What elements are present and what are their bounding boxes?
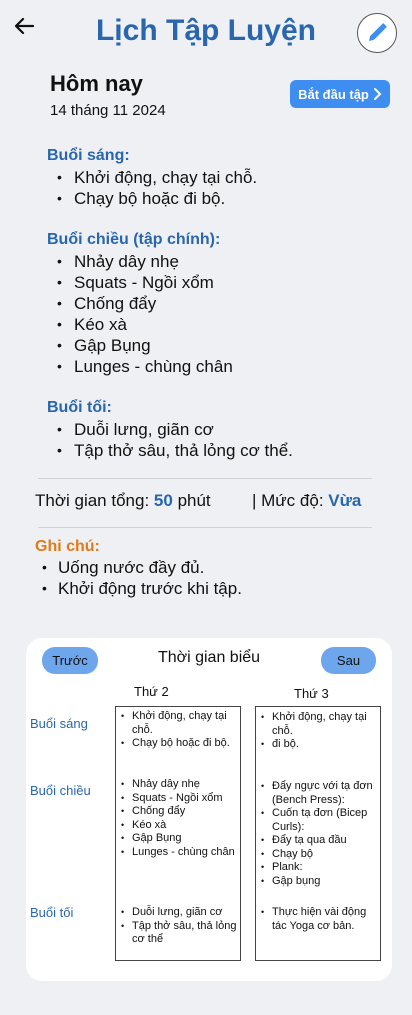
cell-tue-evening: Thực hiện vài động tác Yoga cơ bản.	[261, 906, 379, 933]
cell-mon-morning: Khởi động, chạy tại chỗ. Chạy bộ hoặc đi…	[121, 710, 239, 751]
day-column-tue: Khởi động, chạy tại chỗ. đi bộ. Đẩy ngực…	[255, 706, 381, 961]
start-workout-button[interactable]: Bắt đầu tập	[290, 80, 390, 108]
list-item: Uống nước đầy đủ.	[42, 557, 242, 578]
evening-list: Duỗi lưng, giãn cơ Tập thở sâu, thả lỏng…	[57, 419, 293, 461]
cell-item: Khởi động, chạy tại chỗ.	[261, 711, 379, 738]
notes-list: Uống nước đầy đủ. Khởi động trước khi tậ…	[42, 557, 242, 599]
cell-item: Duỗi lưng, giãn cơ	[121, 906, 239, 920]
list-item: Khởi động trước khi tập.	[42, 578, 242, 599]
cell-item: Nhảy dây nhẹ	[121, 778, 239, 792]
cell-item: Chạy bộ	[261, 848, 379, 862]
cell-mon-evening: Duỗi lưng, giãn cơ Tập thở sâu, thả lỏng…	[121, 906, 239, 947]
today-title: Hôm nay	[50, 71, 143, 96]
day-header-tue: Thứ 3	[294, 686, 329, 701]
list-item: Duỗi lưng, giãn cơ	[57, 419, 293, 440]
total-time-label: Thời gian tổng:	[35, 491, 150, 510]
cell-item: Chạy bộ hoặc đi bộ.	[121, 737, 239, 751]
row-label-afternoon: Buổi chiều	[30, 783, 91, 798]
list-item: Chạy bộ hoặc đi bộ.	[57, 188, 257, 209]
afternoon-heading: Buổi chiều (tập chính):	[47, 231, 221, 248]
row-label-evening: Buổi tối	[30, 905, 74, 920]
pencil-icon	[369, 23, 387, 41]
list-item: Khởi động, chạy tại chỗ.	[57, 167, 257, 188]
cell-item: Chống đẩy	[121, 805, 239, 819]
level-group: | Mức độ: Vừa	[252, 491, 361, 511]
cell-item: Kéo xà	[121, 819, 239, 833]
cell-item: Thực hiện vài động tác Yoga cơ bản.	[261, 906, 379, 933]
cell-item: Khởi động, chạy tại chỗ.	[121, 710, 239, 737]
evening-heading: Buổi tối:	[47, 399, 112, 416]
list-item: Tập thở sâu, thả lỏng cơ thể.	[57, 440, 293, 461]
cell-item: Đẩy tạ qua đầu	[261, 834, 379, 848]
cell-item: Lunges - chùng chân	[121, 846, 239, 860]
page-title: Lịch Tập Luyện	[95, 14, 317, 47]
list-item: Chống đẩy	[57, 293, 233, 314]
cell-tue-afternoon: Đẩy ngực với tạ đơn (Bench Press): Cuốn …	[261, 780, 379, 888]
list-item: Squats - Ngồi xổm	[57, 272, 233, 293]
start-workout-label: Bắt đầu tập	[298, 86, 369, 102]
total-time-unit: phút	[177, 491, 211, 510]
cell-item: Gập Bụng	[121, 832, 239, 846]
cell-item: Gập bụng	[261, 875, 379, 889]
divider	[38, 527, 372, 528]
cell-item: Đẩy ngực với tạ đơn (Bench Press):	[261, 780, 379, 807]
list-item: Kéo xà	[57, 314, 233, 335]
notes-heading: Ghi chú:	[35, 538, 100, 555]
level-label: | Mức độ:	[252, 491, 324, 510]
list-item: Lunges - chùng chân	[57, 356, 233, 377]
morning-heading: Buổi sáng:	[47, 147, 130, 164]
today-date: 14 tháng 11 2024	[50, 102, 166, 119]
edit-button[interactable]	[357, 13, 397, 53]
morning-list: Khởi động, chạy tại chỗ. Chạy bộ hoặc đi…	[57, 167, 257, 209]
cell-item: Plank:	[261, 861, 379, 875]
chevron-right-icon	[373, 88, 382, 100]
total-time-value: 50	[153, 491, 173, 510]
list-item: Nhảy dây nhẹ	[57, 251, 233, 272]
divider	[38, 478, 372, 479]
next-button[interactable]: Sau	[321, 647, 376, 674]
cell-item: Cuốn tạ đơn (Bicep Curls):	[261, 807, 379, 834]
cell-item: Tập thở sâu, thả lỏng cơ thể	[121, 920, 239, 947]
cell-item: Squats - Ngồi xổm	[121, 792, 239, 806]
cell-tue-morning: Khởi động, chạy tại chỗ. đi bộ.	[261, 711, 379, 752]
cell-mon-afternoon: Nhảy dây nhẹ Squats - Ngồi xổm Chống đẩy…	[121, 778, 239, 859]
list-item: Gập Bụng	[57, 335, 233, 356]
row-label-morning: Buổi sáng	[30, 716, 88, 731]
day-header-mon: Thứ 2	[134, 684, 169, 699]
timetable-card: Trước Thời gian biểu Sau Thứ 2 Thứ 3 Buổ…	[26, 638, 392, 981]
cell-item: đi bộ.	[261, 738, 379, 752]
day-column-mon: Khởi động, chạy tại chỗ. Chạy bộ hoặc đi…	[115, 706, 241, 961]
afternoon-list: Nhảy dây nhẹ Squats - Ngồi xổm Chống đẩy…	[57, 251, 233, 377]
stats-row: Thời gian tổng: 50 phút | Mức độ: Vừa	[35, 491, 361, 511]
level-value: Vừa	[328, 491, 362, 510]
